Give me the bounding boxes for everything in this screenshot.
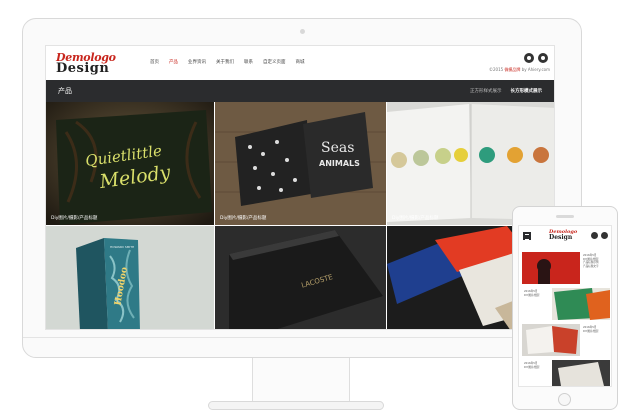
site-header: Demologo Design 首页 产品 业界资讯 关于我们 联系 自定义页面… — [46, 46, 554, 80]
mobile-thumb — [552, 288, 610, 320]
site-logo[interactable]: Demologo Design — [56, 52, 116, 75]
desktop-website-screen: Demologo Design 首页 产品 业界资讯 关于我们 联系 自定义页面… — [45, 45, 555, 330]
mobile-item-text: 2016年5月 DIY图片/摄影 — [583, 326, 611, 333]
mobile-website-screen: Demologo Design 2016年5月 DIY图片/摄影 产品标题示例 … — [518, 225, 612, 387]
main-nav: 首页 产品 业界资讯 关于我们 联系 自定义页面 商城 — [150, 59, 305, 65]
social-icons — [524, 53, 548, 63]
copyright-suffix: by Ahiery.com — [520, 67, 550, 72]
mobile-list-item[interactable]: 2016年5月 DIY图片/摄影 — [522, 324, 610, 356]
mobile-weixin-icon[interactable] — [591, 232, 598, 239]
view-mode-switch: 正方形样式展示 长方形模式展示 — [470, 88, 542, 94]
product-tile-4[interactable]: HOWARD SMITH Hoodoo — [46, 226, 214, 329]
mobile-phone-frame: Demologo Design 2016年5月 DIY图片/摄影 产品标题示例 … — [512, 206, 618, 410]
product-tile-2[interactable]: Seas ANIMALS Diy图片/摄影/产品标题 — [215, 102, 386, 225]
tile-caption: Diy图片/摄影/产品标题 — [51, 216, 98, 221]
copyright-text: ©2015 微模品牌 by Ahiery.com — [489, 67, 550, 73]
monitor-chin-divider — [23, 337, 581, 338]
tile-caption: Diy图片/摄影/产品标题 — [392, 216, 439, 221]
hoodoo-art-author: HOWARD SMITH — [110, 245, 134, 249]
mobile-item-line: DIY图片/摄影 — [524, 365, 540, 369]
mobile-item-text: 2016年5月 DIY图片/摄影 产品标题示例 产品标题文字 — [583, 254, 611, 268]
mobile-list-item[interactable]: 2016年5月 DIY图片/摄影 — [522, 360, 610, 386]
animals-art-line-1: Seas — [321, 140, 354, 156]
monitor-stand-base — [208, 401, 384, 410]
copyright-brand-link[interactable]: 微模品牌 — [504, 67, 520, 72]
mobile-thumb — [522, 324, 580, 356]
mobile-thumb-image — [552, 360, 610, 386]
mobile-thumb — [552, 360, 610, 386]
view-square-option[interactable]: 正方形样式展示 — [470, 88, 502, 94]
mobile-thumb-image — [522, 324, 580, 356]
hoodoo-book-image: HOWARD SMITH Hoodoo — [46, 226, 214, 329]
melody-book-image: Quietlittle Melody — [46, 102, 214, 225]
nav-item-home[interactable]: 首页 — [150, 59, 159, 65]
mobile-item-text: 2016年5月 DIY图片/摄影 — [524, 290, 552, 297]
mobile-item-line: 产品标题文字 — [583, 264, 599, 268]
mobile-logo-line-2: Design — [549, 234, 573, 241]
mobile-list-item[interactable]: 2016年5月 DIY图片/摄影 — [522, 288, 610, 320]
nav-item-about[interactable]: 关于我们 — [216, 59, 234, 65]
phone-home-button[interactable] — [558, 393, 571, 406]
mobile-thumb — [522, 252, 580, 284]
product-grid: Quietlittle Melody Diy图片/摄影/产品标题 Seas AN… — [46, 102, 554, 329]
mobile-thumb-image — [552, 288, 610, 320]
black-folder-image: LACOSTE — [215, 226, 386, 329]
nav-item-products[interactable]: 产品 — [169, 59, 178, 65]
mobile-menu-icon[interactable] — [523, 232, 531, 240]
view-rect-option[interactable]: 长方形模式展示 — [511, 88, 543, 94]
mobile-item-text: 2016年5月 DIY图片/摄影 — [524, 362, 552, 369]
webcam-dot — [300, 29, 305, 34]
weibo-icon[interactable] — [538, 53, 548, 63]
page-title: 产品 — [58, 87, 72, 95]
mobile-thumb-image — [522, 252, 580, 284]
mobile-item-line: DIY图片/摄影 — [524, 293, 540, 297]
tile-caption: Diy图片/摄影/产品标题 — [220, 216, 267, 221]
mobile-list-item[interactable]: 2016年5月 DIY图片/摄影 产品标题示例 产品标题文字 — [522, 252, 610, 284]
animals-art-line-2: ANIMALS — [319, 159, 360, 168]
weixin-icon[interactable] — [524, 53, 534, 63]
nav-item-news[interactable]: 业界资讯 — [188, 59, 206, 65]
mobile-logo[interactable]: Demologo Design — [549, 230, 577, 241]
phone-speaker — [556, 215, 574, 218]
logo-line-2: Design — [56, 61, 110, 76]
product-tile-1[interactable]: Quietlittle Melody Diy图片/摄影/产品标题 — [46, 102, 214, 225]
copyright-prefix: ©2015 — [488, 67, 505, 72]
seasanimals-book-image: Seas ANIMALS — [215, 102, 386, 225]
mobile-weibo-icon[interactable] — [601, 232, 608, 239]
mobile-item-line: DIY图片/摄影 — [583, 329, 599, 333]
monitor-stand-neck — [252, 358, 350, 402]
nav-item-shop[interactable]: 商城 — [296, 59, 305, 65]
product-tile-5[interactable]: LACOSTE — [215, 226, 386, 329]
nav-item-contact[interactable]: 联系 — [244, 59, 253, 65]
nav-item-custom-page[interactable]: 自定义页面 — [263, 59, 286, 65]
page-title-bar: 产品 正方形样式展示 长方形模式展示 — [46, 80, 554, 102]
